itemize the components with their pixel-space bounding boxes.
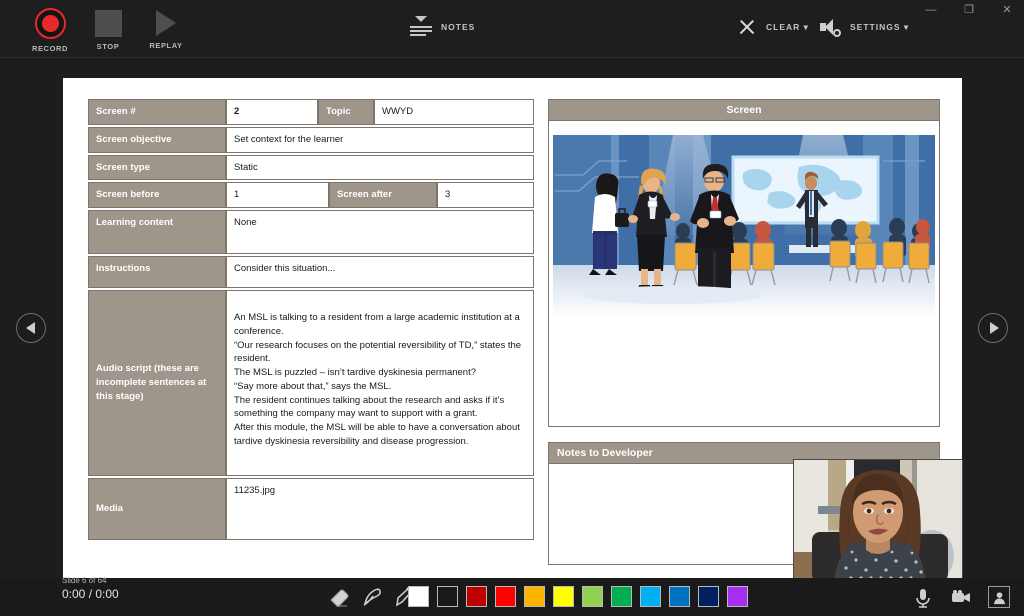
settings-button-label: SETTINGS ▾ bbox=[850, 21, 910, 32]
color-swatch-yellow[interactable] bbox=[553, 586, 574, 607]
audio-script-value[interactable]: An MSL is talking to a resident from a l… bbox=[226, 290, 534, 477]
replay-button-label: REPLAY bbox=[149, 41, 183, 50]
color-swatch-light-blue[interactable] bbox=[640, 586, 661, 607]
color-swatch-black[interactable] bbox=[437, 586, 458, 607]
window-controls: — ❐ ✕ bbox=[920, 2, 1018, 18]
media-label: Media bbox=[88, 478, 226, 541]
audio-script-label: Audio script (these are incomplete sente… bbox=[88, 290, 226, 477]
presenter-view-icon[interactable] bbox=[988, 586, 1010, 608]
time-code: 0:00 / 0:00 bbox=[62, 587, 119, 601]
screen-type-value[interactable]: Static bbox=[226, 154, 534, 181]
pen-tool[interactable] bbox=[361, 585, 383, 607]
screen-type-label: Screen type bbox=[88, 154, 226, 181]
minimize-icon[interactable]: — bbox=[920, 2, 942, 18]
camera-icon[interactable] bbox=[950, 586, 972, 608]
recording-app-window: — ❐ ✕ RECORD STOP REPLAY NOTES CLEAR ▾ S… bbox=[0, 0, 1024, 616]
instructions-value[interactable]: Consider this situation... bbox=[226, 256, 534, 289]
stop-icon bbox=[94, 10, 122, 37]
screen-before-value[interactable]: 1 bbox=[226, 182, 329, 209]
play-icon bbox=[156, 10, 176, 36]
topic-value[interactable]: WWYD bbox=[374, 99, 534, 125]
media-value[interactable]: 11235.jpg bbox=[226, 478, 534, 541]
table-row-screen-number: Screen # 2 Topic WWYD bbox=[88, 99, 534, 125]
top-toolbar: — ❐ ✕ RECORD STOP REPLAY NOTES CLEAR ▾ S… bbox=[0, 0, 1024, 58]
color-swatch-white[interactable] bbox=[408, 586, 429, 607]
close-icon[interactable]: ✕ bbox=[996, 2, 1018, 18]
learning-content-label: Learning content bbox=[88, 210, 226, 255]
next-slide-button[interactable] bbox=[978, 313, 1008, 343]
bottom-toolbar: Slide 6 of 64 0:00 / 0:00 bbox=[0, 576, 1024, 616]
presenter-webcam-feed[interactable] bbox=[793, 459, 963, 581]
color-swatch-dark-red[interactable] bbox=[466, 586, 487, 607]
replay-button[interactable]: REPLAY bbox=[144, 8, 188, 50]
screen-panel-body[interactable] bbox=[548, 121, 940, 427]
notes-button-label: NOTES bbox=[441, 22, 476, 32]
slide-status: Slide 6 of 64 0:00 / 0:00 bbox=[62, 576, 119, 601]
notes-button[interactable]: NOTES bbox=[410, 16, 475, 38]
close-x-icon bbox=[738, 18, 756, 36]
screen-number-label: Screen # bbox=[88, 99, 226, 125]
clear-button[interactable]: CLEAR ▾ bbox=[738, 18, 809, 36]
screen-after-label: Screen after bbox=[329, 182, 437, 209]
chevron-left-icon bbox=[25, 322, 35, 334]
screen-after-value[interactable]: 3 bbox=[437, 182, 534, 209]
annotation-tools bbox=[328, 585, 416, 608]
stop-button[interactable]: STOP bbox=[86, 8, 130, 51]
color-swatch-blue[interactable] bbox=[669, 586, 690, 607]
learning-content-value[interactable]: None bbox=[226, 210, 534, 255]
stop-button-label: STOP bbox=[96, 42, 120, 51]
table-row-audio-script: Audio script (these are incomplete sente… bbox=[88, 290, 534, 477]
screen-objective-value[interactable]: Set context for the learner bbox=[226, 126, 534, 153]
av-controls bbox=[912, 586, 1010, 608]
color-swatch-orange[interactable] bbox=[524, 586, 545, 607]
table-row-screen-objective: Screen objective Set context for the lea… bbox=[88, 126, 534, 153]
screen-panel-title: Screen bbox=[548, 99, 940, 121]
settings-button[interactable]: SETTINGS ▾ bbox=[820, 18, 910, 37]
screen-preview-panel: Screen bbox=[548, 99, 940, 427]
restore-icon[interactable]: ❐ bbox=[958, 2, 980, 18]
clear-button-label: CLEAR ▾ bbox=[766, 21, 809, 32]
screen-before-label: Screen before bbox=[88, 182, 226, 209]
color-swatch-purple[interactable] bbox=[727, 586, 748, 607]
screen-number-value[interactable]: 2 bbox=[226, 99, 318, 125]
topic-label: Topic bbox=[318, 99, 374, 125]
table-row-media: Media 11235.jpg bbox=[88, 478, 534, 541]
color-palette bbox=[408, 586, 748, 607]
color-swatch-red[interactable] bbox=[495, 586, 516, 607]
color-swatch-dark-blue[interactable] bbox=[698, 586, 719, 607]
record-icon bbox=[34, 8, 66, 39]
instructions-label: Instructions bbox=[88, 256, 226, 289]
microphone-icon[interactable] bbox=[912, 586, 934, 608]
color-swatch-green[interactable] bbox=[611, 586, 632, 607]
record-controls: RECORD STOP REPLAY bbox=[28, 8, 188, 53]
table-row-screen-before-after: Screen before 1 Screen after 3 bbox=[88, 182, 534, 209]
table-row-screen-type: Screen type Static bbox=[88, 154, 534, 181]
conference-presentation-illustration bbox=[553, 135, 935, 317]
table-row-learning-content: Learning content None bbox=[88, 210, 534, 255]
color-swatch-light-green[interactable] bbox=[582, 586, 603, 607]
screen-spec-table: Screen # 2 Topic WWYD Screen objective S… bbox=[88, 99, 534, 542]
prev-slide-button[interactable] bbox=[16, 313, 46, 343]
record-button[interactable]: RECORD bbox=[28, 8, 72, 53]
slide-counter: Slide 6 of 64 bbox=[62, 576, 107, 585]
record-button-label: RECORD bbox=[31, 44, 69, 53]
table-row-instructions: Instructions Consider this situation... bbox=[88, 256, 534, 289]
chevron-right-icon bbox=[989, 322, 999, 334]
notes-icon bbox=[410, 16, 432, 38]
screen-objective-label: Screen objective bbox=[88, 126, 226, 153]
speaker-gear-icon bbox=[820, 18, 841, 37]
eraser-tool[interactable] bbox=[328, 585, 350, 608]
